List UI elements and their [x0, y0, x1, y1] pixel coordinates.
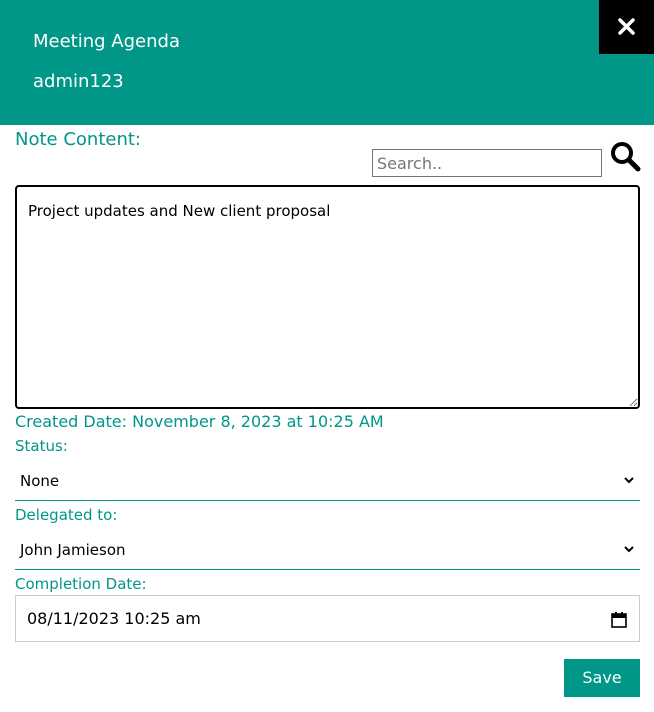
completion-date-label: Completion Date: [15, 575, 147, 593]
modal-header: Meeting Agenda admin123 [0, 0, 654, 125]
status-select[interactable]: None [15, 461, 640, 501]
save-button[interactable]: Save [564, 659, 640, 697]
note-content-label: Note Content: [15, 129, 141, 150]
calendar-icon[interactable] [611, 611, 627, 628]
status-selected-value: None [20, 472, 60, 490]
search-input[interactable] [372, 149, 602, 177]
chevron-down-icon [624, 546, 634, 553]
note-author: admin123 [33, 71, 124, 92]
delegated-selected-value: John Jamieson [20, 541, 126, 559]
note-title: Meeting Agenda [33, 31, 180, 52]
completion-date-value: 08/11/2023 10:25 am [27, 609, 201, 628]
status-label: Status: [15, 437, 68, 455]
completion-date-input[interactable]: 08/11/2023 10:25 am [15, 595, 640, 642]
chevron-down-icon [624, 477, 634, 484]
created-date: Created Date: November 8, 2023 at 10:25 … [15, 412, 384, 431]
note-content-textarea[interactable]: Project updates and New client proposal [15, 185, 640, 409]
close-button[interactable] [599, 0, 654, 54]
close-icon [618, 18, 635, 35]
delegated-label: Delegated to: [15, 506, 118, 524]
delegated-select[interactable]: John Jamieson [15, 530, 640, 570]
search-icon[interactable] [610, 141, 641, 172]
